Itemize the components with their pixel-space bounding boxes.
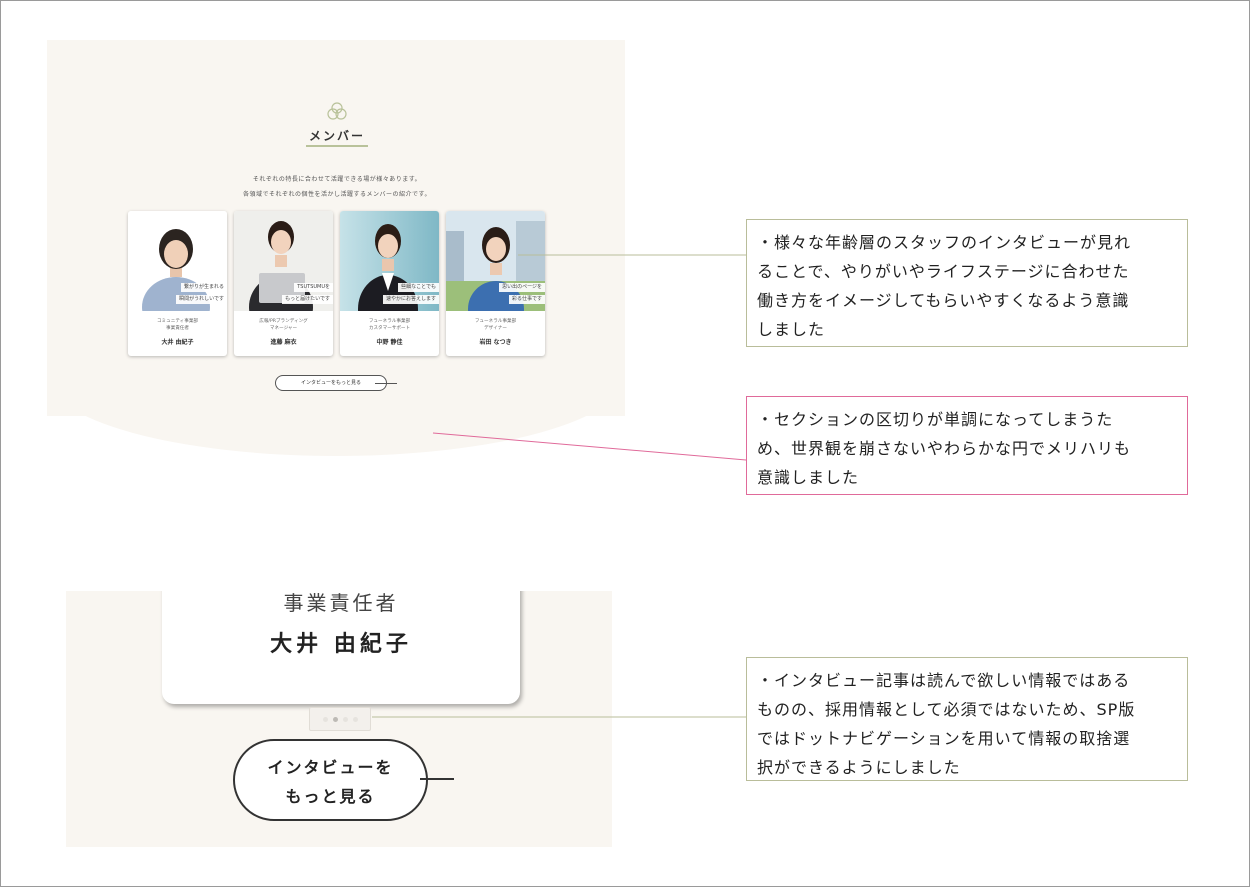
dot-navigation: [309, 707, 371, 731]
more-interviews-button-sp[interactable]: インタビューを もっと見る: [233, 739, 428, 821]
member-department: フューネラル事業部: [368, 319, 411, 324]
note-line: ではドットナビゲーションを用いて情報の取捨選: [757, 729, 1131, 748]
dot-nav-item[interactable]: [322, 716, 328, 722]
member-catchcopy: 繋がりが生まれる: [180, 283, 227, 292]
section-title: メンバー: [308, 129, 365, 143]
sp-section-mockup: 事業責任者 大井 由紀子 インタビューを もっと見る: [66, 591, 612, 847]
member-name: 大井 由紀子: [161, 339, 194, 346]
member-catchcopy: 瞬間がうれしいです: [176, 295, 227, 304]
member-catchcopy: 速やかにお答えします: [382, 295, 439, 304]
note-line: 択ができるようにしました: [757, 758, 961, 777]
member-department: コミュニティ事業部: [156, 319, 199, 324]
member-name: 岩田 なつき: [479, 339, 512, 346]
member-position: 事業責任者: [166, 326, 189, 331]
note-line: ・様々な年齢層のスタッフのインタビューが見れ: [757, 233, 1132, 252]
member-position: 事業責任者: [283, 591, 399, 615]
button-label-line: もっと見る: [285, 786, 376, 806]
member-catchcopy: TSUTSUMUを: [294, 283, 333, 292]
note-line: ものの、採用情報として必須ではないため、SP版: [757, 700, 1136, 719]
member-catchcopy: 些細なことでも: [398, 283, 439, 292]
note-line: ・インタビュー記事は読んで欲しい情報ではある: [757, 671, 1131, 690]
note-line: 意識しました: [757, 468, 860, 487]
member-position: マネージャー: [269, 326, 298, 331]
member-card-sp[interactable]: 事業責任者 大井 由紀子: [162, 591, 520, 704]
member-name: 進藤 麻衣: [270, 339, 297, 346]
annotation-note: ・セクションの区切りが単調になってしまうた め、世界観を崩さないやわらかな円でメ…: [746, 396, 1188, 495]
brand-flower-icon: [327, 102, 347, 120]
member-department: フューネラル事業部: [474, 319, 517, 324]
member-catchcopy: 思い出のページを: [499, 283, 545, 292]
member-card[interactable]: 繋がりが生まれる 瞬間がうれしいです コミュニティ事業部 事業責任者 大井 由紀…: [128, 211, 227, 356]
more-button-arrow-line: [420, 778, 454, 780]
member-card[interactable]: 思い出のページを 彩る仕事です フューネラル事業部 デザイナー 岩田 なつき: [446, 211, 545, 356]
section-title-underline: [306, 145, 368, 147]
note-line: 働き方をイメージしてもらいやすくなるよう意識: [757, 291, 1130, 310]
dot-nav-item-active[interactable]: [332, 716, 338, 722]
note-line: ・セクションの区切りが単調になってしまうた: [757, 410, 1114, 429]
more-button-arrow-line: [375, 383, 397, 384]
member-position: デザイナー: [484, 326, 507, 331]
member-position: カスタマーサポート: [368, 326, 411, 331]
annotation-note: ・インタビュー記事は読んで欲しい情報ではある ものの、採用情報として必須ではない…: [746, 657, 1188, 781]
button-label-line: インタビューを: [267, 757, 394, 777]
note-line: しました: [757, 320, 826, 339]
more-interviews-button[interactable]: インタビューをもっと見る: [275, 375, 387, 391]
member-card[interactable]: 些細なことでも 速やかにお答えします フューネラル事業部 カスタマーサポート 中…: [340, 211, 439, 356]
member-catchcopy: もっと届けたいです: [282, 295, 333, 304]
note-line: ることで、やりがいやライフステージに合わせた: [757, 262, 1130, 281]
annotation-note: ・様々な年齢層のスタッフのインタビューが見れ ることで、やりがいやライフステージ…: [746, 219, 1188, 347]
member-name: 大井 由紀子: [270, 632, 412, 657]
section-lead-line: 各領域でそれぞれの個性を活かし活躍するメンバーの紹介です。: [243, 191, 431, 198]
member-department: 広報/PRブランディング: [259, 319, 308, 324]
dot-nav-item[interactable]: [342, 716, 348, 722]
member-card[interactable]: TSUTSUMUを もっと届けたいです 広報/PRブランディング マネージャー …: [234, 211, 333, 356]
note-line: め、世界観を崩さないやわらかな円でメリハリも: [757, 439, 1132, 458]
member-name: 中野 静佳: [376, 339, 403, 346]
member-catchcopy: 彩る仕事です: [508, 295, 545, 304]
section-lead-line: それぞれの特長に合わせて活躍できる場が様々あります。: [252, 176, 422, 183]
dot-nav-item[interactable]: [352, 716, 358, 722]
